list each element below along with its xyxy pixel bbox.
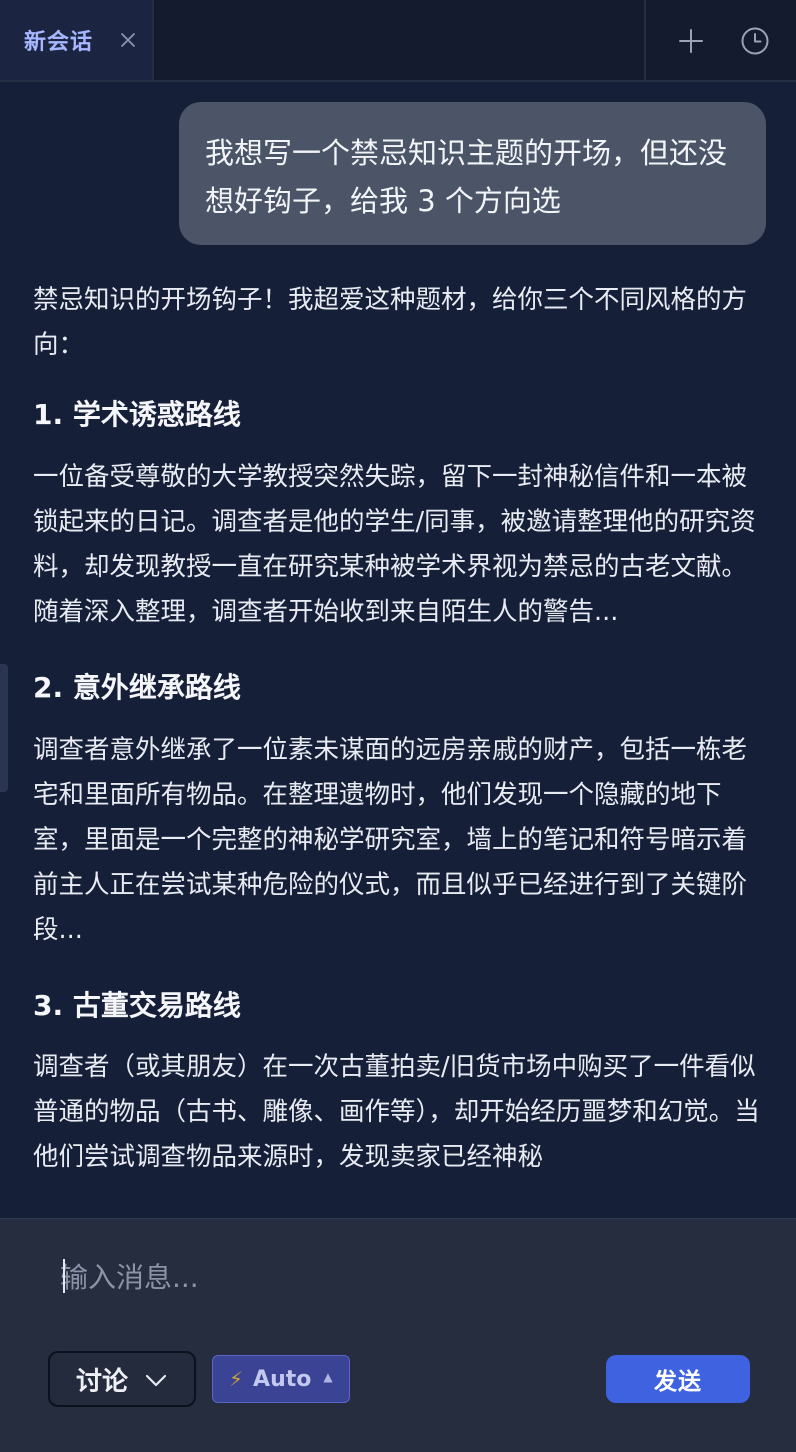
lightning-icon: ⚡ <box>229 1367 244 1391</box>
close-icon[interactable] <box>114 26 142 54</box>
tab-title: 新会话 <box>24 30 94 55</box>
plus-icon[interactable] <box>672 22 710 60</box>
option-body: 调查者（或其朋友）在一次古董拍卖/旧货市场中购买了一件看似普通的物品（古书、雕像… <box>33 1052 760 1172</box>
model-selector[interactable]: ⚡ Auto ▲ <box>212 1355 350 1403</box>
send-label: 发送 <box>654 1369 702 1395</box>
sidebar-resize-handle[interactable] <box>0 664 8 792</box>
clock-icon[interactable] <box>736 22 774 60</box>
top-bar: 新会话 <box>0 0 796 82</box>
chevron-down-icon <box>144 1369 168 1395</box>
composer: 讨论 ⚡ Auto ▲ 发送 <box>0 1218 796 1452</box>
option-heading: 2. 意外继承路线 <box>33 671 241 704</box>
option-body: 一位备受尊敬的大学教授突然失踪，留下一封神秘信件和一本被锁起来的日记。调查者是他… <box>33 462 756 627</box>
assistant-intro: 禁忌知识的开场钩子！我超爱这种题材，给你三个不同风格的方向： <box>33 285 748 360</box>
caret-up-icon: ▲ <box>323 1370 333 1384</box>
mode-label: 讨论 <box>76 1366 129 1397</box>
option-heading: 3. 古董交易路线 <box>33 989 241 1022</box>
assistant-message: 禁忌知识的开场钩子！我超爱这种题材，给你三个不同风格的方向： 1. 学术诱惑路线… <box>33 278 768 1180</box>
message-input[interactable] <box>60 1255 760 1299</box>
send-button[interactable]: 发送 <box>606 1355 750 1403</box>
mode-dropdown[interactable]: 讨论 <box>48 1351 196 1407</box>
option-heading: 1. 学术诱惑路线 <box>33 398 241 431</box>
option-body: 调查者意外继承了一位素未谋面的远房亲戚的财产，包括一栋老宅和里面所有物品。在整理… <box>33 735 748 945</box>
user-message-text: 我想写一个禁忌知识主题的开场，但还没想好钩子，给我 3 个方向选 <box>205 136 728 218</box>
user-message-bubble: 我想写一个禁忌知识主题的开场，但还没想好钩子，给我 3 个方向选 <box>179 102 766 245</box>
model-label: Auto <box>253 1366 312 1392</box>
message-list[interactable]: 我想写一个禁忌知识主题的开场，但还没想好钩子，给我 3 个方向选 禁忌知识的开场… <box>0 82 796 1218</box>
tab-new-conversation[interactable]: 新会话 <box>0 0 154 80</box>
top-actions <box>644 0 796 80</box>
text-caret <box>63 1259 65 1293</box>
